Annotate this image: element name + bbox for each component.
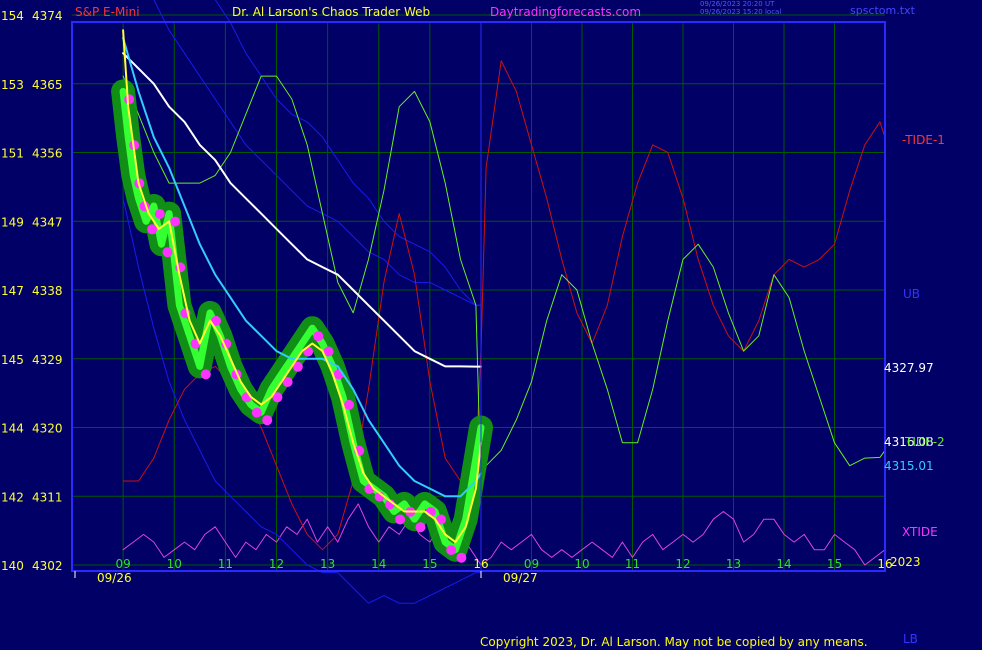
price-marker bbox=[154, 209, 165, 219]
x-tick-label: 15 bbox=[827, 557, 842, 571]
price-marker bbox=[344, 399, 354, 410]
timestamp-local: 09/26/2023 15:20 local bbox=[700, 8, 782, 16]
x-tick-label: 12 bbox=[269, 557, 284, 571]
right-label-tide2: TIDE-2 bbox=[904, 435, 945, 449]
y-tick-label-left: 154 bbox=[1, 9, 24, 23]
x-tick-label: 11 bbox=[218, 557, 233, 571]
x-tick-label: 16 bbox=[473, 557, 488, 571]
year-label: 2023 bbox=[890, 555, 921, 569]
price-marker bbox=[170, 216, 181, 227]
price-marker bbox=[162, 247, 173, 258]
x-tick-label: 12 bbox=[675, 557, 690, 571]
y-tick-label-right: 4365 bbox=[32, 78, 63, 92]
right-label-ub: UB bbox=[903, 287, 920, 301]
right-label-lb: LB bbox=[903, 632, 918, 646]
sp-emini-chart: 154 4374 153 4365 151 4356 149 4347 147 4338 145 43… bbox=[0, 0, 982, 650]
y-tick-label-right: 4329 bbox=[32, 353, 63, 367]
y-tick-label-right: 4311 bbox=[32, 490, 63, 504]
x-tick-label: 15 bbox=[422, 557, 437, 571]
y-tick-label-left: 142 bbox=[1, 490, 24, 504]
y-tick-label-right: 4356 bbox=[32, 147, 63, 161]
x-tick-label: 10 bbox=[167, 557, 182, 571]
date-label: 09/26 bbox=[97, 571, 132, 585]
y-tick-label-left: 153 bbox=[1, 78, 24, 92]
y-tick-label-left: 147 bbox=[1, 284, 24, 298]
x-tick-label: 10 bbox=[574, 557, 589, 571]
timestamp-ut: 09/26/2023 20:20 UT bbox=[700, 0, 775, 8]
y-tick-label-right: 4302 bbox=[32, 559, 63, 573]
right-label-xtide: XTIDE bbox=[902, 525, 938, 539]
x-tick-label: 13 bbox=[320, 557, 335, 571]
data-file-name: spsctom.txt bbox=[850, 4, 915, 17]
x-tick-label: 09 bbox=[524, 557, 539, 571]
right-label-tide1: -TIDE-1 bbox=[902, 133, 945, 147]
y-tick-label-right: 4338 bbox=[32, 284, 63, 298]
right-label-value_cyan: 4315.01 bbox=[884, 459, 934, 473]
x-tick-label: 14 bbox=[776, 557, 791, 571]
x-tick-label: 09 bbox=[115, 557, 130, 571]
y-tick-label-left: 144 bbox=[1, 422, 24, 436]
price-marker bbox=[251, 407, 262, 418]
site-title: Dr. Al Larson's Chaos Trader Web bbox=[232, 5, 431, 19]
date-label: 09/27 bbox=[503, 571, 538, 585]
x-tick-label: 13 bbox=[726, 557, 741, 571]
price-marker bbox=[395, 514, 406, 525]
right-label-value_white: 4327.97 bbox=[884, 361, 934, 375]
copyright-notice: Copyright 2023, Dr. Al Larson. May not b… bbox=[480, 635, 868, 649]
price-marker bbox=[200, 369, 211, 380]
x-tick-label: 11 bbox=[625, 557, 640, 571]
y-tick-label-left: 149 bbox=[1, 215, 24, 229]
price-marker bbox=[456, 552, 467, 563]
symbol-title: S&P E-Mini bbox=[75, 5, 140, 19]
y-tick-label-left: 151 bbox=[1, 147, 24, 161]
y-tick-label-right: 4374 bbox=[32, 9, 63, 23]
site-url[interactable]: Daytradingforecasts.com bbox=[490, 5, 641, 19]
price-marker bbox=[313, 331, 324, 342]
y-tick-label-left: 145 bbox=[1, 353, 24, 367]
price-marker bbox=[262, 415, 273, 426]
price-marker bbox=[147, 224, 158, 235]
price-marker bbox=[415, 522, 426, 533]
y-tick-label-right: 4320 bbox=[32, 422, 63, 436]
price-marker bbox=[446, 545, 457, 556]
y-tick-label-left: 140 bbox=[1, 559, 24, 573]
y-tick-label-right: 4347 bbox=[32, 215, 63, 229]
x-tick-label: 14 bbox=[371, 557, 386, 571]
price-marker bbox=[124, 94, 135, 105]
